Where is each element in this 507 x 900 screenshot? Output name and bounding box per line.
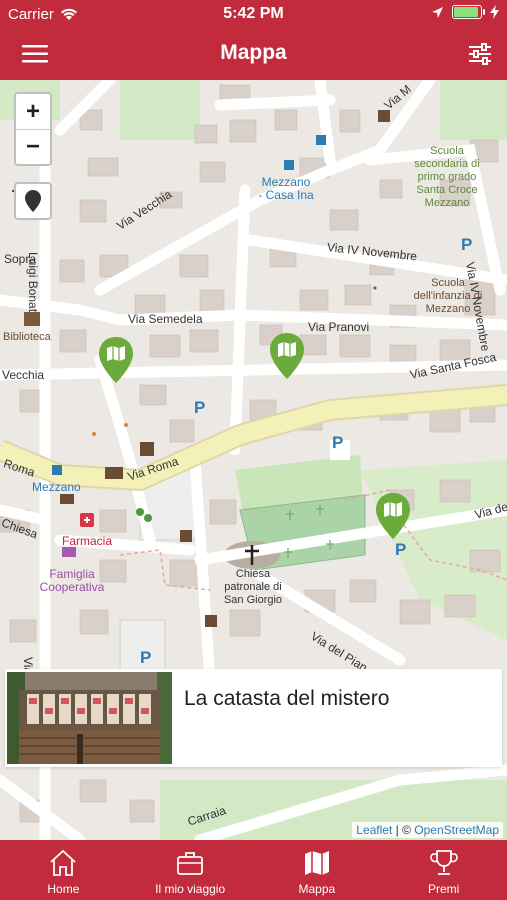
zoom-in-button[interactable]: + xyxy=(16,94,50,129)
status-bar: Carrier 5:42 PM xyxy=(0,0,507,30)
poi-thumbnail xyxy=(7,672,172,764)
place-label: Biblioteca xyxy=(3,331,51,343)
map-marker[interactable] xyxy=(97,335,135,385)
navbar: Mappa xyxy=(0,30,507,80)
poi-card[interactable]: La catasta del mistero xyxy=(5,669,502,767)
tab-label: Mappa xyxy=(298,882,336,896)
map-pin-icon xyxy=(376,493,410,539)
osm-link[interactable]: OpenStreetMap xyxy=(414,823,499,837)
place-label: Chiesa patronale di San Giorgio xyxy=(223,568,283,606)
parking-label: P xyxy=(194,398,206,417)
place-label: Mezzano xyxy=(32,480,81,494)
map-attribution: Leaflet | © OpenStreetMap xyxy=(352,822,503,838)
place-label: Famiglia Cooperativa xyxy=(39,567,105,594)
map-pin-icon xyxy=(270,333,304,379)
map-icon xyxy=(304,851,329,875)
tab-bar: Home Il mio viaggio Mappa Premi xyxy=(0,840,507,900)
place-label: Farmacia xyxy=(62,534,113,548)
place-label: Mezzano - Casa Ina xyxy=(258,175,314,202)
locate-button[interactable] xyxy=(14,182,52,220)
map-marker[interactable] xyxy=(268,331,306,381)
location-arrow-icon xyxy=(432,6,443,18)
location-pin-icon xyxy=(25,190,41,212)
tab-label: Home xyxy=(47,882,80,896)
zoom-out-button[interactable]: − xyxy=(16,129,50,164)
street-label: Sopra xyxy=(4,252,37,266)
tab-premi[interactable]: Premi xyxy=(380,840,507,900)
trophy-icon xyxy=(429,850,458,875)
place-label: Scuola dell'infanzia di Mezzano xyxy=(413,277,483,315)
poi-title: La catasta del mistero xyxy=(184,687,390,710)
tab-label: Il mio viaggio xyxy=(155,882,226,896)
map-marker[interactable] xyxy=(374,491,412,541)
tab-home[interactable]: Home xyxy=(0,840,127,900)
street-label: Via Semedela xyxy=(128,312,203,326)
tab-mappa[interactable]: Mappa xyxy=(254,840,381,900)
leaflet-link[interactable]: Leaflet xyxy=(356,823,392,837)
attribution-separator: | © xyxy=(392,823,415,837)
parking-label: P xyxy=(395,540,407,559)
filter-button[interactable] xyxy=(465,40,495,68)
tab-il-mio-viaggio[interactable]: Il mio viaggio xyxy=(127,840,254,900)
street-label: Via Pranovi xyxy=(308,320,370,334)
suitcase-icon xyxy=(177,852,204,875)
page-title: Mappa xyxy=(220,41,287,64)
map-view[interactable]: Via Vecchia Luigi Bonat V Sopra Via IV N… xyxy=(0,80,507,840)
home-icon xyxy=(50,849,76,876)
map-pin-icon xyxy=(99,337,133,383)
zoom-control: + − xyxy=(14,92,52,166)
tab-label: Premi xyxy=(427,882,460,896)
street-label: Vecchia xyxy=(2,368,45,382)
battery-icon xyxy=(452,5,485,19)
parking-label: P xyxy=(332,433,344,452)
sliders-icon xyxy=(469,43,491,65)
charging-bolt-icon xyxy=(490,5,499,19)
parking-label: P xyxy=(461,235,473,254)
parking-label: P xyxy=(140,648,152,667)
place-label: Scuola secondaria di primo grado Santa C… xyxy=(414,145,480,209)
